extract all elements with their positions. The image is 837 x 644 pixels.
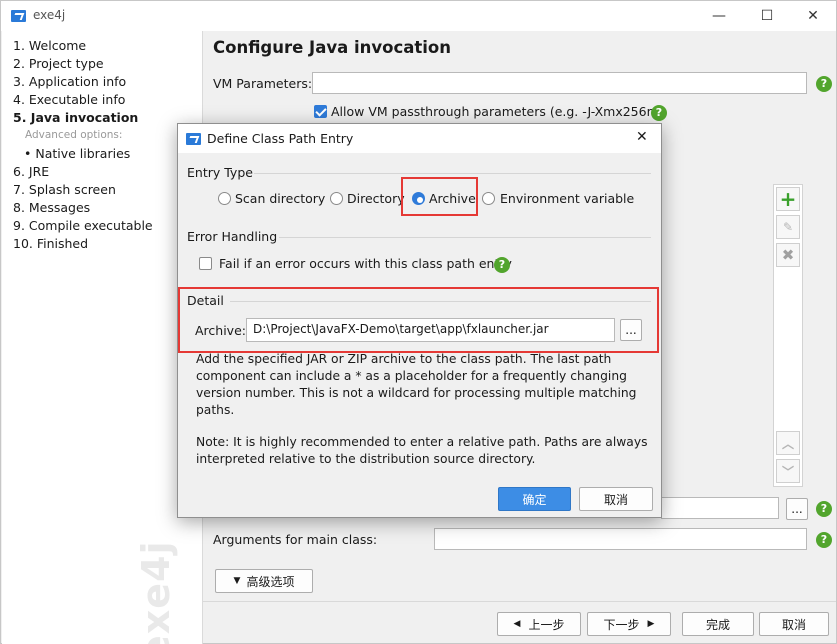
edit-entry-icon[interactable]: ✎ [776,215,800,239]
section-divider [254,173,651,174]
section-divider [230,301,651,302]
classpath-list-toolbar: + ✎ ✖ ︿ ﹀ [773,184,803,487]
step-executable-info[interactable]: 4. Executable info [13,92,125,107]
arguments-input[interactable] [434,528,807,550]
archive-label: Archive: [195,323,246,338]
back-button[interactable]: ◀ 上一步 [497,612,581,636]
entry-type-title: Entry Type [187,165,253,180]
back-label: 上一步 [528,617,565,632]
dialog-cancel-button[interactable]: 取消 [579,487,653,511]
section-divider [279,237,651,238]
cancel-button[interactable]: 取消 [759,612,829,636]
ok-button[interactable]: 确定 [498,487,571,511]
triangle-left-icon: ◀ [513,619,521,629]
close-button[interactable]: ✕ [790,1,836,31]
maximize-button[interactable]: ☐ [744,1,790,31]
note-line: Note: It is highly recommended to enter … [196,435,648,449]
dialog-title-bar: Define Class Path Entry ✕ [178,124,661,153]
relative-path-note: Note: It is highly recommended to enter … [196,434,648,468]
next-label: 下一步 [603,617,640,632]
detail-title: Detail [187,293,224,308]
archive-browse-button[interactable]: ... [620,319,642,341]
arguments-label: Arguments for main class: [213,532,378,547]
advanced-options-label: Advanced options: [25,129,123,141]
finish-button[interactable]: 完成 [682,612,754,636]
main-class-input[interactable] [661,497,779,519]
step-finished[interactable]: 10. Finished [13,236,88,251]
define-class-path-entry-dialog: Define Class Path Entry ✕ Entry Type Sca… [177,123,662,518]
dialog-close-button[interactable]: ✕ [636,129,648,145]
help-icon[interactable]: ? [494,257,510,273]
help-icon[interactable]: ? [651,105,667,121]
radio-archive[interactable] [412,192,425,205]
step-splash-screen[interactable]: 7. Splash screen [13,182,116,197]
advanced-options-button[interactable]: ▼ 高级选项 [215,569,313,593]
description-line: component can include a * as a placehold… [196,369,627,383]
step-messages[interactable]: 8. Messages [13,200,90,215]
triangle-right-icon: ▶ [647,619,655,629]
step-native-libraries[interactable]: • Native libraries [24,146,130,161]
description-line: version number. This is not a wildcard f… [196,386,637,400]
radio-environment-variable[interactable] [482,192,495,205]
description-line: paths. [196,403,235,417]
step-application-info[interactable]: 3. Application info [13,74,126,89]
step-jre[interactable]: 6. JRE [13,164,49,179]
fail-on-error-checkbox[interactable] [199,257,212,270]
radio-scan-directory[interactable] [218,192,231,205]
error-handling-title: Error Handling [187,229,278,244]
radio-directory[interactable] [330,192,343,205]
page-title: Configure Java invocation [213,38,451,57]
help-icon[interactable]: ? [816,532,832,548]
next-button[interactable]: 下一步 ▶ [587,612,671,636]
archive-path-input[interactable]: D:\Project\JavaFX-Demo\target\app\fxlaun… [246,318,615,342]
help-icon[interactable]: ? [816,501,832,517]
step-compile-executable[interactable]: 9. Compile executable [13,218,153,233]
minimize-button[interactable]: — [696,1,742,31]
radio-scan-directory-label: Scan directory [235,191,326,206]
note-line: interpreted relative to the distribution… [196,452,536,466]
window-title: exe4j [33,8,66,22]
step-java-invocation[interactable]: 5. Java invocation [13,110,138,125]
step-project-type[interactable]: 2. Project type [13,56,104,71]
title-bar: exe4j — ☐ ✕ [1,1,836,31]
passthrough-label: Allow VM passthrough parameters (e.g. -J… [331,104,664,119]
exe4j-app-icon [11,10,26,22]
footer-divider [203,601,836,602]
move-up-icon[interactable]: ︿ [776,431,800,455]
radio-archive-label: Archive [429,191,476,206]
radio-directory-label: Directory [347,191,405,206]
fail-on-error-label: Fail if an error occurs with this class … [219,256,512,271]
passthrough-checkbox[interactable] [314,105,327,118]
description-line: Add the specified JAR or ZIP archive to … [196,352,612,366]
help-icon[interactable]: ? [816,76,832,92]
triangle-down-icon: ▼ [233,576,241,586]
archive-description: Add the specified JAR or ZIP archive to … [196,351,636,419]
main-class-browse-button[interactable]: ... [786,498,808,520]
add-entry-icon[interactable]: + [776,187,800,211]
radio-environment-variable-label: Environment variable [500,191,635,206]
step-welcome[interactable]: 1. Welcome [13,38,86,53]
remove-entry-icon[interactable]: ✖ [776,243,800,267]
move-down-icon[interactable]: ﹀ [776,459,800,483]
advanced-options-label: 高级选项 [246,574,295,589]
exe4j-app-icon [186,133,201,145]
vm-parameters-label: VM Parameters: [213,76,313,91]
dialog-title: Define Class Path Entry [207,131,354,146]
vm-parameters-input[interactable] [312,72,807,94]
wizard-steps-sidebar: 1. Welcome 2. Project type 3. Applicatio… [2,31,203,644]
